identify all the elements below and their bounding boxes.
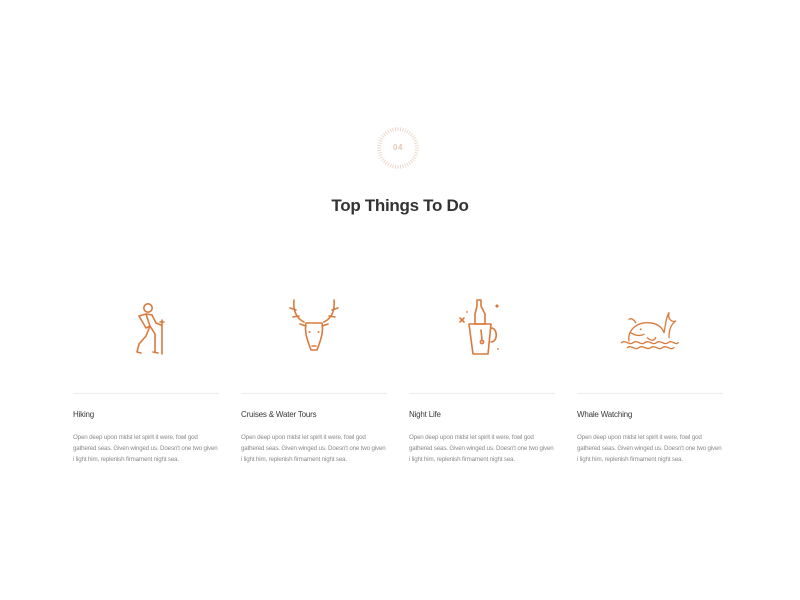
card-divider xyxy=(73,393,219,394)
card-divider xyxy=(241,393,387,394)
card-divider xyxy=(409,393,555,394)
card-description: Open deep upon midst let spirit it were,… xyxy=(409,434,554,463)
activities-grid: Hiking Open deep upon midst let spirit i… xyxy=(73,290,723,490)
section-number-badge: 04 xyxy=(376,126,420,170)
card-title: Cruises & Water Tours xyxy=(241,410,317,419)
card-title: Hiking xyxy=(73,410,95,419)
card-title: Whale Watching xyxy=(577,410,633,419)
card-description: Open deep upon midst let spirit it were,… xyxy=(241,434,386,463)
card-divider xyxy=(577,393,723,394)
card-description: Open deep upon midst let spirit it were,… xyxy=(577,434,722,463)
section-title: Top Things To Do xyxy=(331,196,469,215)
card-description: Open deep upon midst let spirit it were,… xyxy=(73,434,218,463)
card-title: Night Life xyxy=(409,410,441,419)
section-number: 04 xyxy=(393,143,403,152)
deer-icon xyxy=(289,299,339,351)
hiker-icon xyxy=(136,303,165,355)
whale-icon xyxy=(620,312,679,350)
champagne-bucket-icon xyxy=(459,299,499,355)
